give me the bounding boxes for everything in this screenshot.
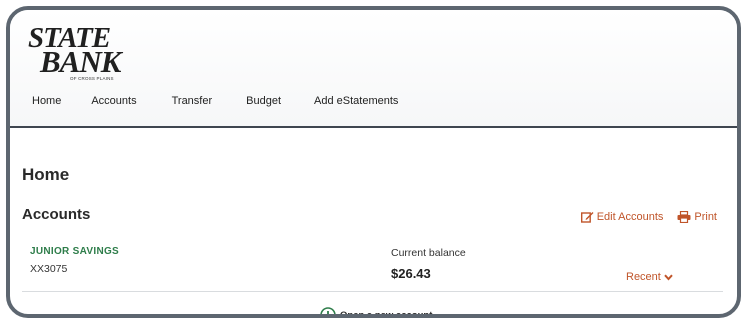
nav-transfer[interactable]: Transfer bbox=[172, 95, 213, 107]
recent-dropdown[interactable]: Recent bbox=[626, 271, 673, 283]
account-name-link[interactable]: JUNIOR SAVINGS bbox=[30, 246, 119, 257]
page-title: Home bbox=[22, 165, 70, 184]
printer-icon bbox=[677, 211, 691, 223]
logo-tagline: OF CROSS PLAINS bbox=[70, 76, 114, 81]
account-actions: Edit Accounts Print bbox=[580, 211, 717, 223]
main-nav: Home Accounts Transfer Budget Add eState… bbox=[32, 95, 398, 107]
balance-value: $26.43 bbox=[391, 266, 431, 281]
nav-home[interactable]: Home bbox=[32, 95, 61, 107]
edit-accounts-button[interactable]: Edit Accounts bbox=[580, 211, 664, 223]
logo-word-bank: BANK bbox=[40, 44, 121, 79]
header: STATE BANK OF CROSS PLAINS Home Accounts… bbox=[10, 10, 737, 128]
print-button[interactable]: Print bbox=[677, 211, 717, 223]
open-new-account-label: Open a new account bbox=[340, 309, 433, 318]
bank-logo[interactable]: STATE BANK OF CROSS PLAINS bbox=[28, 22, 138, 86]
edit-icon bbox=[580, 212, 594, 223]
chevron-down-icon bbox=[664, 274, 673, 280]
recent-label: Recent bbox=[626, 271, 661, 283]
app-window: STATE BANK OF CROSS PLAINS Home Accounts… bbox=[6, 6, 741, 318]
nav-accounts[interactable]: Accounts bbox=[91, 95, 136, 107]
edit-accounts-label: Edit Accounts bbox=[596, 211, 664, 223]
balance-label: Current balance bbox=[391, 247, 466, 259]
nav-add-estatements[interactable]: Add eStatements bbox=[314, 95, 398, 107]
accounts-heading: Accounts bbox=[22, 206, 91, 223]
plus-circle-icon bbox=[320, 307, 336, 314]
print-label: Print bbox=[694, 211, 717, 223]
open-new-account-button[interactable]: Open a new account bbox=[320, 307, 433, 318]
account-number: XX3075 bbox=[30, 263, 68, 275]
divider bbox=[22, 291, 723, 292]
nav-budget[interactable]: Budget bbox=[246, 95, 281, 107]
